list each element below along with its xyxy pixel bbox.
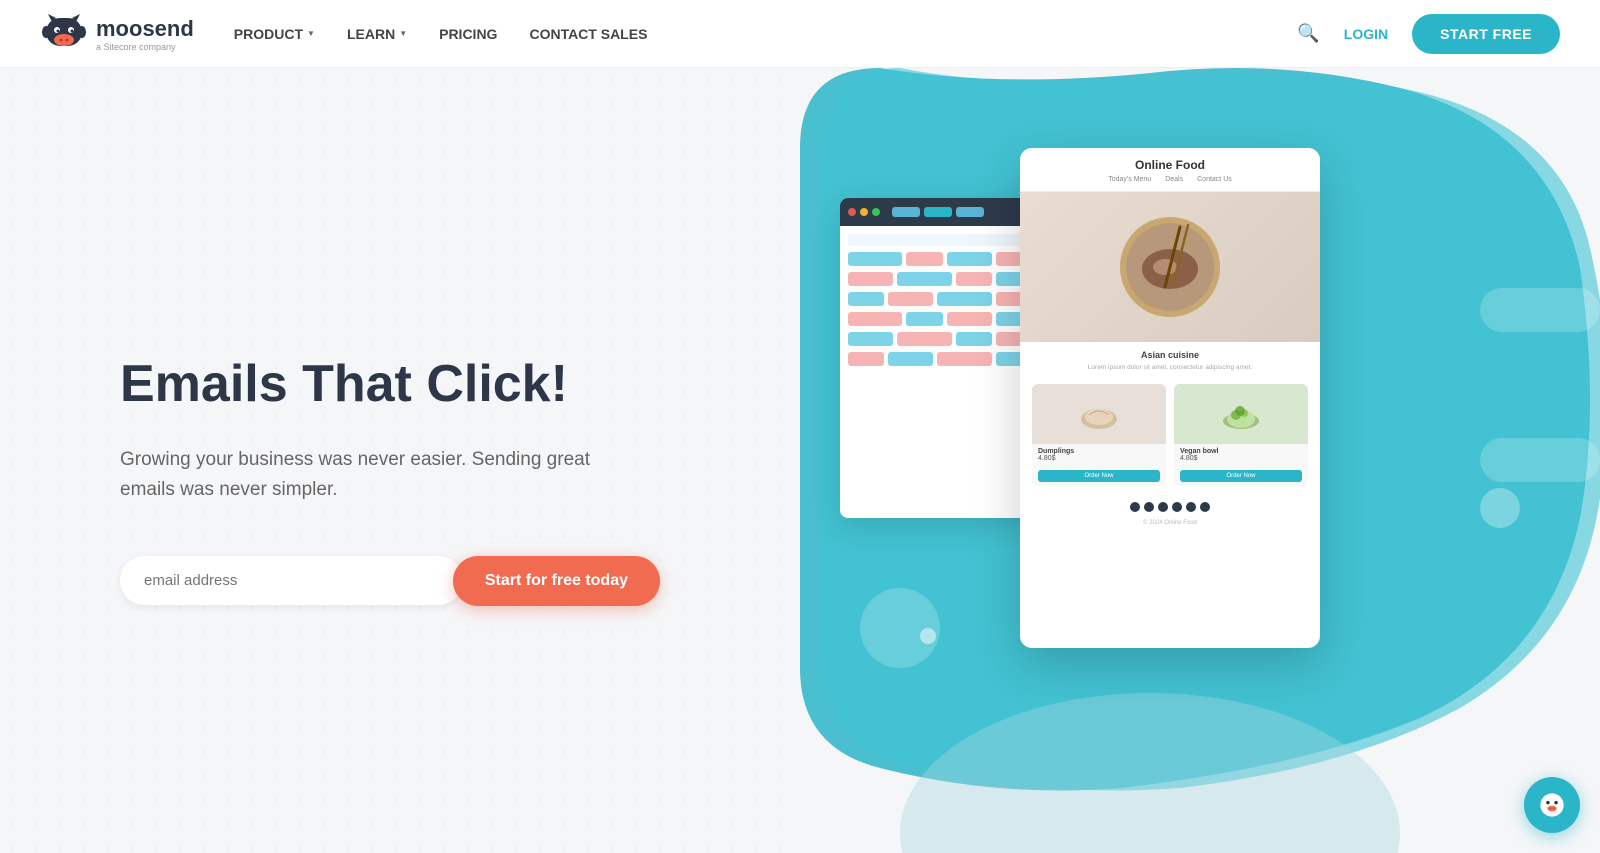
mock-food-card-1: Dumplings 4.80$ Order Now	[1032, 384, 1166, 486]
chat-widget-icon	[1538, 791, 1566, 819]
login-button[interactable]: LOGIN	[1344, 26, 1388, 42]
mock-tab	[892, 207, 920, 217]
mock-social-icon-5	[1186, 502, 1196, 512]
mock-data-row-6	[848, 352, 1032, 366]
mock-nav-1: Today's Menu	[1108, 176, 1151, 183]
mock-social-icon-2	[1144, 502, 1154, 512]
hero-subtitle: Growing your business was never easier. …	[120, 445, 640, 506]
mock-hero-image	[1020, 192, 1320, 342]
product-dropdown-arrow: ▼	[307, 29, 315, 38]
mock-data-row-1	[848, 252, 1032, 266]
mock-footer-text: © 2024 Online Food	[1020, 520, 1320, 534]
mock-vegan-price: 4.80$	[1180, 455, 1302, 462]
mock-nav-bar: Today's Menu Deals Contact Us	[1034, 176, 1306, 183]
dumpling-illustration	[1074, 389, 1124, 439]
navbar: moosend a Sitecore company PRODUCT ▼ LEA…	[0, 0, 1600, 68]
mock-nav-3: Contact Us	[1197, 176, 1232, 183]
logo-text: moosend a Sitecore company	[96, 16, 194, 52]
nav-links: PRODUCT ▼ LEARN ▼ PRICING CONTACT SALES	[234, 26, 1298, 42]
mock-data-row-3	[848, 292, 1032, 306]
window-close-dot	[848, 208, 856, 216]
learn-dropdown-arrow: ▼	[399, 29, 407, 38]
deco-shape-4	[1480, 488, 1520, 528]
mock-email-preview: Online Food Today's Menu Deals Contact U…	[1020, 148, 1320, 648]
mock-dumpling-price: 4.80$	[1038, 455, 1160, 462]
nav-right: 🔍 LOGIN START FREE	[1297, 14, 1560, 54]
mock-nav-2: Deals	[1165, 176, 1183, 183]
nav-product[interactable]: PRODUCT ▼	[234, 26, 315, 42]
mock-tab-active	[924, 207, 952, 217]
cta-button[interactable]: Start for free today	[453, 556, 660, 606]
mock-food-section: Asian cuisine Lorem ipsum dolor sit amet…	[1020, 342, 1320, 376]
mock-social-icon-3	[1158, 502, 1168, 512]
deco-shape-5	[920, 628, 936, 644]
nav-contact-sales[interactable]: CONTACT SALES	[529, 26, 647, 42]
logo-icon	[40, 10, 88, 58]
mock-email-header	[840, 198, 1040, 226]
mock-food-description: Lorem ipsum dolor sit amet, consectetur …	[1034, 363, 1306, 372]
hero-title: Emails That Click!	[120, 355, 720, 415]
mock-social-icon-4	[1172, 502, 1182, 512]
hero-right: Online Food Today's Menu Deals Contact U…	[800, 68, 1600, 853]
search-icon[interactable]: 🔍	[1297, 23, 1319, 44]
vegan-illustration	[1216, 389, 1266, 439]
window-max-dot	[872, 208, 880, 216]
email-input[interactable]	[120, 556, 463, 605]
logo-name: moosend	[96, 16, 194, 42]
mock-vegan-info: Vegan bowl 4.80$	[1174, 444, 1308, 466]
mock-dumpling-info: Dumplings 4.80$	[1032, 444, 1166, 466]
mock-vegan-img	[1174, 384, 1308, 444]
mock-tab-2	[956, 207, 984, 217]
mock-food-card-2: Vegan bowl 4.80$ Order Now	[1174, 384, 1308, 486]
mock-data-row-5	[848, 332, 1032, 346]
mock-browser-bar: Online Food Today's Menu Deals Contact U…	[1020, 148, 1320, 192]
deco-shape-1	[1480, 288, 1600, 332]
mock-order-btn-2: Order Now	[1180, 470, 1302, 482]
mock-social-icon-1	[1130, 502, 1140, 512]
mock-data-row-2	[848, 272, 1032, 286]
mock-dumpling-img	[1032, 384, 1166, 444]
logo[interactable]: moosend a Sitecore company	[40, 10, 194, 58]
mock-vegan-name: Vegan bowl	[1180, 448, 1302, 455]
nav-pricing[interactable]: PRICING	[439, 26, 497, 42]
mock-email-body	[840, 226, 1040, 380]
mock-food-category: Asian cuisine	[1034, 350, 1306, 360]
deco-shape-2	[1480, 438, 1600, 482]
food-plate-illustration	[1110, 207, 1230, 327]
mock-order-btn-1: Order Now	[1038, 470, 1160, 482]
mock-food-grid: Dumplings 4.80$ Order Now	[1020, 376, 1320, 494]
logo-sub: a Sitecore company	[96, 42, 194, 52]
nav-learn[interactable]: LEARN ▼	[347, 26, 407, 42]
mock-social-icons	[1020, 494, 1320, 520]
start-free-button[interactable]: START FREE	[1412, 14, 1560, 54]
mock-dumpling-name: Dumplings	[1038, 448, 1160, 455]
mock-email-builder	[840, 198, 1040, 518]
hero-section: Emails That Click! Growing your business…	[0, 68, 1600, 853]
mock-site-title: Online Food	[1034, 158, 1306, 172]
mock-data-row-4	[848, 312, 1032, 326]
mock-social-icon-6	[1200, 502, 1210, 512]
mock-header-row	[848, 234, 1032, 246]
hero-form: Start for free today	[120, 556, 660, 606]
hero-left: Emails That Click! Growing your business…	[0, 68, 800, 853]
window-min-dot	[860, 208, 868, 216]
chat-widget[interactable]	[1524, 777, 1580, 833]
